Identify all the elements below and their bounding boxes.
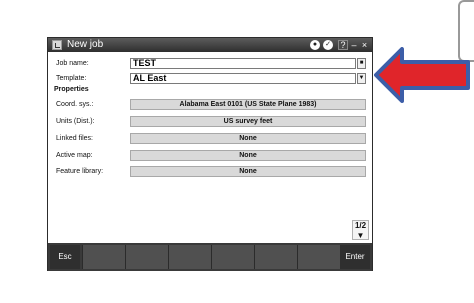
softkey-slot (211, 245, 254, 269)
minimize-icon[interactable]: – (350, 40, 358, 50)
satellite-icon[interactable]: ✓ (323, 40, 333, 50)
properties-heading: Properties (54, 86, 89, 93)
enter-button[interactable]: Enter (340, 245, 370, 269)
units-label: Units (Dist.): (56, 118, 95, 125)
softkey-slot (125, 245, 168, 269)
chevron-down-icon: ▼ (356, 231, 365, 240)
esc-button[interactable]: Esc (50, 245, 80, 269)
template-label: Template: (56, 75, 87, 82)
bottom-bar: Esc Enter (48, 243, 372, 271)
template-select[interactable]: AL East (130, 73, 356, 84)
coord-sys-label: Coord. sys.: (56, 101, 94, 108)
active-map-button[interactable]: None (130, 150, 366, 161)
feature-library-label: Feature library: (56, 168, 104, 175)
job-name-label: Job name: (56, 60, 89, 67)
softkey-slot (168, 245, 211, 269)
softkey-slot (254, 245, 297, 269)
feature-library-button[interactable]: None (130, 166, 366, 177)
callout-arrow-icon (374, 47, 470, 103)
softkey-slot (82, 245, 125, 269)
app-icon (52, 40, 62, 50)
page-indicator: 1/2 (354, 221, 367, 230)
browse-button[interactable]: ■ (357, 58, 366, 69)
close-icon[interactable]: × (360, 40, 369, 50)
job-name-input[interactable]: TEST (130, 58, 356, 69)
titlebar: New job ● ✓ ? – × (48, 38, 372, 52)
coord-sys-button[interactable]: Alabama East 0101 (US State Plane 1983) (130, 99, 366, 110)
record-icon[interactable]: ● (310, 40, 320, 50)
softkey-slot (297, 245, 340, 269)
page-toggle-button[interactable]: 1/2 ▼ (352, 220, 369, 240)
active-map-label: Active map: (56, 152, 93, 159)
units-button[interactable]: US survey feet (130, 116, 366, 127)
help-icon[interactable]: ? (338, 40, 348, 50)
linked-files-label: Linked files: (56, 135, 93, 142)
window-title: New job (67, 39, 104, 50)
chevron-down-icon[interactable]: ▼ (357, 73, 366, 84)
linked-files-button[interactable]: None (130, 133, 366, 144)
new-job-window: New job ● ✓ ? – × Job name: TEST ■ Templ… (47, 37, 373, 271)
